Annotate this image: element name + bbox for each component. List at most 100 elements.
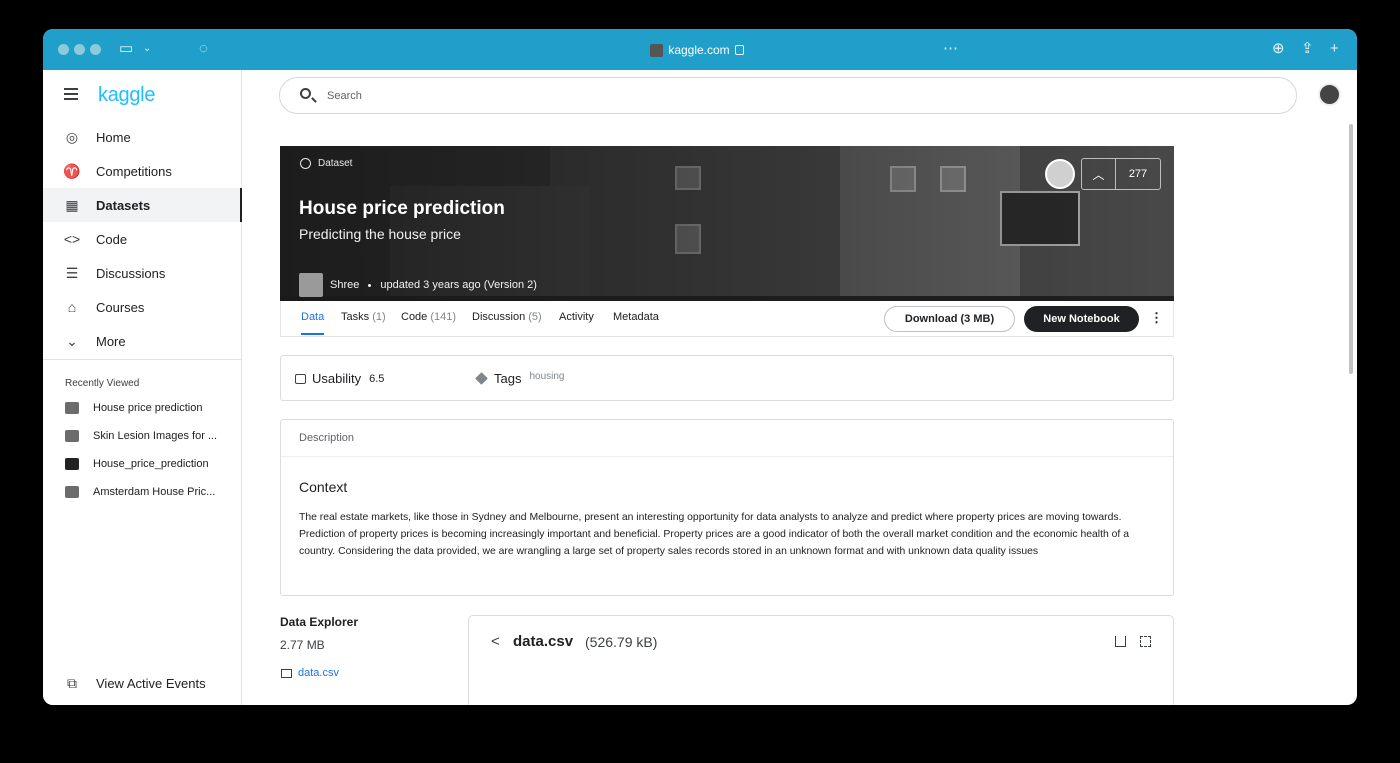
sidebar-item-label: Home: [96, 129, 131, 145]
description-body: The real estate markets, like those in S…: [299, 512, 1129, 557]
sidebar-item-label: Datasets: [96, 197, 151, 213]
data-explorer-size: 2.77 MB: [280, 638, 325, 652]
sidebar-toggle-icon[interactable]: ▭: [119, 39, 133, 59]
tab-data[interactable]: Data: [301, 311, 325, 335]
lock-icon: [734, 45, 744, 55]
page-subtitle: Predicting the house price: [299, 226, 461, 242]
more-vert-icon[interactable]: ⋮: [1150, 310, 1163, 326]
dataset-meta: Shree updated 3 years ago (Version 2): [299, 273, 537, 297]
tags-label: Tags: [494, 371, 522, 386]
dataset-thumbnail-icon: [65, 402, 79, 414]
code-icon: <>: [63, 231, 81, 247]
page-title: House price prediction: [299, 198, 505, 219]
tag-icon: [475, 372, 488, 385]
tab-activity[interactable]: Activity: [559, 311, 594, 323]
file-preview-panel: < data.csv (526.79 kB): [468, 615, 1174, 705]
url-text: kaggle.com: [668, 43, 730, 57]
trophy-icon: ♈: [63, 162, 81, 179]
medal-icon: [1045, 159, 1075, 189]
file-size: (526.79 kB): [585, 634, 658, 650]
notebook-thumbnail-icon: [65, 458, 79, 470]
description-panel: Description Context The real estate mark…: [280, 419, 1174, 596]
avatar[interactable]: [1318, 83, 1341, 106]
address-bar[interactable]: kaggle.com: [437, 41, 957, 59]
new-tab-icon[interactable]: +: [1330, 39, 1339, 59]
recent-item[interactable]: House_price_prediction: [65, 453, 235, 475]
scrollbar[interactable]: [1349, 124, 1353, 374]
favicon-icon: [650, 43, 664, 57]
upvote-button[interactable]: ︿ 277: [1081, 158, 1161, 190]
view-active-events-button[interactable]: ⧉ View Active Events: [43, 666, 242, 700]
sidebar-item-code[interactable]: <> Code: [43, 222, 242, 256]
chevron-down-icon: ⌄: [66, 332, 78, 349]
compass-icon: ◎: [65, 128, 79, 145]
view-active-events-label: View Active Events: [96, 675, 206, 691]
recently-viewed-title: Recently Viewed: [65, 378, 140, 389]
sidebar-item-label: Competitions: [96, 163, 172, 179]
usability-score: 6.5: [369, 372, 385, 385]
sidebar-item-more[interactable]: ⌄ More: [43, 324, 242, 358]
dataset-tabs: Data Tasks (1) Code (141) Discussion (5)…: [280, 301, 1174, 337]
new-notebook-button[interactable]: New Notebook: [1024, 306, 1139, 332]
tab-tasks[interactable]: Tasks (1): [341, 311, 386, 323]
tags-info: Tags housing: [475, 371, 565, 386]
search-input[interactable]: Search: [279, 77, 1297, 114]
chevron-down-icon[interactable]: ⌄: [143, 39, 151, 59]
chevron-up-icon[interactable]: ︿: [1082, 159, 1116, 189]
author-avatar[interactable]: [299, 273, 323, 297]
file-name: data.csv: [513, 633, 574, 650]
chevron-left-icon[interactable]: <: [491, 633, 500, 650]
table-icon: ▦: [65, 196, 79, 213]
description-header: Description: [281, 420, 1173, 457]
browser-toolbar: ▭ ⌄ ◌ kaggle.com ⋯ ⊕ ⇪ +: [43, 29, 1357, 70]
minimize-window-button[interactable]: [74, 44, 85, 55]
separator-dot: [368, 283, 372, 287]
share-icon[interactable]: ⇪: [1301, 39, 1314, 59]
search-icon: [300, 88, 311, 99]
recent-item[interactable]: Skin Lesion Images for ...: [65, 425, 235, 447]
shield-icon[interactable]: ◌: [199, 39, 208, 59]
sidebar-item-discussions[interactable]: ☰ Discussions: [43, 256, 242, 290]
table-file-icon: [281, 668, 292, 678]
sidebar-item-competitions[interactable]: ♈ Competitions: [43, 154, 242, 188]
menu-icon[interactable]: [64, 88, 78, 100]
fullscreen-icon[interactable]: [1140, 636, 1151, 647]
copy-icon: ⧉: [67, 674, 77, 691]
download-icon[interactable]: [1115, 636, 1126, 647]
sidebar-item-home[interactable]: ◎ Home: [43, 120, 242, 154]
divider: [43, 359, 242, 360]
sidebar-item-label: More: [96, 333, 126, 349]
download-icon[interactable]: ⊕: [1272, 39, 1285, 59]
tab-code[interactable]: Code (141): [401, 311, 456, 323]
dataset-icon: [300, 158, 311, 169]
data-explorer-title: Data Explorer: [280, 615, 359, 629]
tab-metadata[interactable]: Metadata: [613, 311, 659, 323]
close-window-button[interactable]: [58, 44, 69, 55]
search-placeholder: Search: [327, 89, 362, 102]
download-button[interactable]: Download (3 MB): [884, 306, 1015, 332]
recent-item[interactable]: House price prediction: [65, 397, 235, 419]
sidebar-item-datasets[interactable]: ▦ Datasets: [43, 188, 242, 222]
sidebar-item-courses[interactable]: ⌂ Courses: [43, 290, 242, 324]
usability-panel: Usability 6.5 Tags housing: [280, 355, 1174, 401]
data-explorer-file[interactable]: data.csv: [281, 667, 339, 679]
usability-label: Usability: [312, 371, 362, 386]
dataset-thumbnail-icon: [65, 430, 79, 442]
recent-item[interactable]: Amsterdam House Pric...: [65, 481, 235, 503]
description-heading: Context: [299, 479, 348, 495]
school-icon: ⌂: [67, 299, 77, 315]
sidebar-item-label: Courses: [96, 299, 145, 315]
vote-count: 277: [1128, 168, 1148, 180]
tag-chip[interactable]: housing: [529, 371, 564, 382]
updated-text: updated 3 years ago (Version 2): [380, 279, 537, 291]
sidebar-item-label: Discussions: [96, 265, 166, 281]
usability-info[interactable]: Usability 6.5: [295, 371, 384, 386]
author-name[interactable]: Shree: [330, 279, 359, 291]
tab-discussion[interactable]: Discussion (5): [472, 311, 542, 323]
dataset-header-banner: Dataset House price prediction Predictin…: [280, 146, 1174, 301]
zoom-window-button[interactable]: [90, 44, 101, 55]
usability-icon: [295, 373, 306, 384]
kaggle-logo[interactable]: kaggle: [98, 84, 155, 107]
more-icon[interactable]: ⋯: [943, 39, 958, 59]
browser-window: ▭ ⌄ ◌ kaggle.com ⋯ ⊕ ⇪ + kaggle ◎ Home ♈…: [43, 29, 1357, 705]
